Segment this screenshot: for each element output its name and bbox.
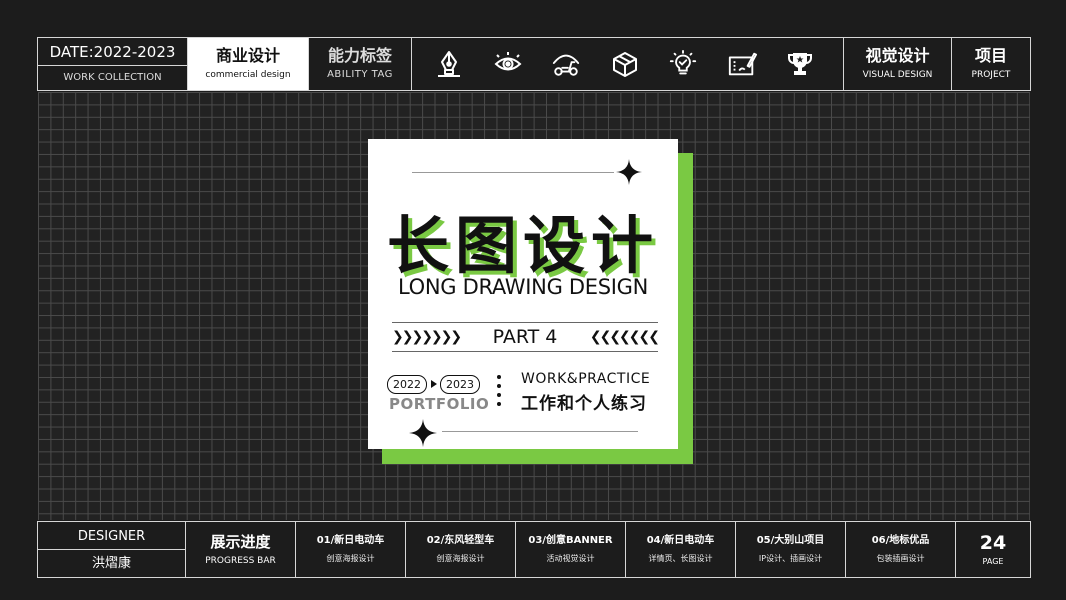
dots-divider — [497, 375, 502, 411]
tab-visual-design-cn: 视觉设计 — [865, 46, 930, 65]
year-end-badge: 2023 — [440, 375, 480, 394]
chevron-right-icon: ❯❯❯❯❯❯❯ — [392, 329, 462, 345]
tab-project-cn: 项目 — [974, 46, 1007, 65]
progress-item-02[interactable]: 02/东风轻型车 创意海报设计 — [406, 522, 516, 577]
progress-header: 展示进度 PROGRESS BAR — [186, 522, 296, 577]
main-title: 长图设计 — [386, 209, 659, 282]
page-number: 24 — [979, 531, 1007, 554]
progress-item-01[interactable]: 01/新日电动车 创意海报设计 — [296, 522, 406, 577]
portfolio-label: PORTFOLIO — [389, 395, 490, 413]
scooter-icon[interactable] — [551, 49, 581, 79]
divider-line — [442, 431, 638, 432]
tab-project[interactable]: 项目 PROJECT — [952, 38, 1030, 90]
progress-item-sub: 创意海报设计 — [436, 554, 485, 563]
progress-item-title: 01/新日电动车 — [316, 535, 385, 546]
page-indicator: 24 PAGE — [956, 522, 1030, 577]
divider-line — [412, 172, 614, 173]
eye-icon[interactable] — [493, 49, 523, 79]
tab-commercial-design-cn: 商业设计 — [215, 46, 280, 65]
title-card: 长图设计 LONG DRAWING DESIGN ❯❯❯❯❯❯❯ PART 4 … — [368, 139, 678, 449]
tab-ability-tag[interactable]: 能力标签 ABILITY TAG — [309, 38, 412, 90]
progress-item-title: 04/新日电动车 — [646, 535, 715, 546]
top-bar: DATE:2022-2023 WORK COLLECTION 商业设计 comm… — [37, 37, 1031, 91]
progress-item-sub: 详情页、长图设计 — [648, 554, 713, 563]
part-row: ❯❯❯❯❯❯❯ PART 4 ❮❮❮❮❮❮❮ — [392, 322, 660, 352]
designer-name: 洪熠康 — [91, 556, 131, 571]
progress-item-sub: 创意海报设计 — [326, 554, 375, 563]
progress-item-title: 06/地标优品 — [871, 535, 930, 546]
progress-item-sub: 活动视觉设计 — [546, 554, 595, 563]
tab-commercial-design[interactable]: 商业设计 commercial design — [188, 38, 309, 90]
tab-ability-tag-en: ABILITY TAG — [327, 69, 393, 80]
chevron-left-icon: ❮❮❮❮❮❮❮ — [589, 329, 660, 345]
lightbulb-icon[interactable] — [668, 49, 698, 79]
progress-en: PROGRESS BAR — [205, 555, 276, 566]
progress-item-06[interactable]: 06/地标优品 包装插画设计 — [846, 522, 956, 577]
progress-item-05[interactable]: 05/大别山项目 IP设计、插画设计 — [736, 522, 846, 577]
tab-commercial-design-en: commercial design — [205, 70, 291, 80]
tab-visual-design-en: VISUAL DESIGN — [862, 70, 933, 80]
progress-cn: 展示进度 — [210, 532, 271, 551]
sparkle-icon — [616, 159, 642, 185]
work-collection-label: WORK COLLECTION — [63, 72, 162, 83]
progress-item-sub: IP设计、插画设计 — [758, 554, 823, 563]
progress-item-03[interactable]: 03/创意BANNER 活动视觉设计 — [516, 522, 626, 577]
year-start-badge: 2022 — [387, 375, 427, 394]
work-practice-en: WORK&PRACTICE — [521, 371, 651, 387]
box-icon[interactable] — [610, 49, 640, 79]
tablet-drawing-icon[interactable] — [727, 49, 757, 79]
progress-item-title: 05/大别山项目 — [756, 535, 825, 546]
tab-visual-design[interactable]: 视觉设计 VISUAL DESIGN — [844, 38, 952, 90]
progress-item-title: 03/创意BANNER — [528, 535, 613, 546]
designer-label: DESIGNER — [38, 522, 185, 550]
ability-icons — [412, 38, 844, 90]
progress-item-04[interactable]: 04/新日电动车 详情页、长图设计 — [626, 522, 736, 577]
bottom-bar: DESIGNER 洪熠康 展示进度 PROGRESS BAR 01/新日电动车 … — [37, 521, 1031, 578]
date-block: DATE:2022-2023 WORK COLLECTION — [38, 38, 188, 90]
tab-project-en: PROJECT — [971, 70, 1011, 80]
work-practice-cn: 工作和个人练习 — [521, 394, 647, 414]
date-text: DATE:2022-2023 — [38, 38, 187, 66]
sparkle-icon — [409, 419, 437, 447]
progress-item-sub: 包装插画设计 — [876, 554, 925, 563]
part-label: PART 4 — [492, 326, 558, 348]
tab-ability-tag-cn: 能力标签 — [327, 46, 392, 65]
progress-item-title: 02/东风轻型车 — [426, 535, 495, 546]
subtitle-en: LONG DRAWING DESIGN — [397, 275, 649, 299]
designer-block: DESIGNER 洪熠康 — [38, 522, 186, 577]
pen-tool-icon[interactable] — [434, 49, 464, 79]
trophy-icon[interactable] — [785, 49, 815, 79]
page-label: PAGE — [982, 556, 1004, 566]
arrow-right-icon — [431, 380, 437, 388]
